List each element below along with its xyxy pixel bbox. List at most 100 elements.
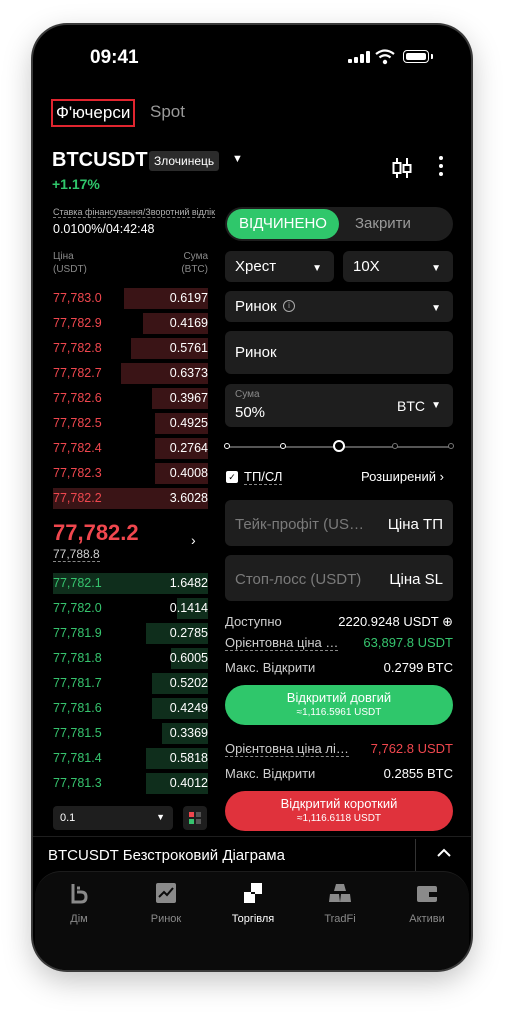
price-field[interactable]: Ринок xyxy=(225,331,453,374)
order-type-select[interactable]: Ринок i ▼ xyxy=(225,291,453,322)
caret-down-icon: ▼ xyxy=(431,303,441,314)
bid-row[interactable]: 77,781.9 0.2785 xyxy=(53,621,208,646)
candlestick-chart-icon[interactable] xyxy=(391,156,413,180)
amount-slider[interactable] xyxy=(224,440,454,452)
row-qty: 0.4249 xyxy=(169,701,208,715)
slider-step-0[interactable] xyxy=(224,443,230,449)
orderbook-price-header: Ціна (USDT) xyxy=(53,251,87,275)
nav-home[interactable]: Дім xyxy=(44,882,114,925)
advanced-link[interactable]: Розширений › xyxy=(361,469,444,484)
close-tab[interactable]: Закрити xyxy=(355,215,411,232)
row-qty: 0.4169 xyxy=(169,316,208,330)
gold-bars-icon xyxy=(329,884,351,902)
tab-futures[interactable]: Ф'ючерси xyxy=(51,99,136,127)
open-long-button[interactable]: Відкритий довгий ≈1,116.5961 USDT xyxy=(225,685,453,725)
nav-assets[interactable]: Активи xyxy=(392,882,462,925)
open-short-button[interactable]: Відкритий короткий ≈1,116.6118 USDT xyxy=(225,791,453,831)
bid-row[interactable]: 77,781.6 0.4249 xyxy=(53,696,208,721)
precision-select[interactable]: 0.1 ▼ xyxy=(53,806,173,830)
row-price: 77,781.4 xyxy=(53,751,102,765)
slider-step-100[interactable] xyxy=(448,443,454,449)
ask-row[interactable]: 77,782.4 0.2764 xyxy=(53,436,208,461)
est-price-row: Орієнтовна ціна … 63,897.8 USDT xyxy=(225,635,453,651)
ask-row[interactable]: 77,782.7 0.6373 xyxy=(53,361,208,386)
amount-unit[interactable]: BTC xyxy=(397,398,425,414)
row-price: 77,781.8 xyxy=(53,651,102,665)
trade-icon xyxy=(244,883,262,903)
row-qty: 1.6482 xyxy=(169,576,208,590)
amount-field[interactable]: Сума 50% BTC ▼ xyxy=(225,384,453,427)
nav-market[interactable]: Ринок xyxy=(131,882,201,925)
pair-symbol[interactable]: BTCUSDT xyxy=(52,149,148,172)
row-qty: 0.6005 xyxy=(169,651,208,665)
home-icon xyxy=(71,884,88,904)
amount-label: Сума xyxy=(235,389,260,400)
bid-row[interactable]: 77,782.0 0.1414 xyxy=(53,596,208,621)
row-qty: 0.5202 xyxy=(169,676,208,690)
orderbook-bids: 77,782.1 1.6482 77,782.0 0.1414 77,781.9 0.27… xyxy=(53,571,208,796)
bid-row[interactable]: 77,781.4 0.5818 xyxy=(53,746,208,771)
stop-loss-field[interactable]: Стоп-лосс (USDT) Ціна SL xyxy=(225,555,453,601)
leverage-select[interactable]: 10X ▼ xyxy=(343,251,453,282)
bid-row[interactable]: 77,782.1 1.6482 xyxy=(53,571,208,596)
chevron-right-icon[interactable]: › xyxy=(191,532,196,548)
funding-rate-label: Ставка фінансування/Зворотний відлік xyxy=(53,207,216,218)
row-qty: 0.2785 xyxy=(169,626,208,640)
chart-panel-title: BTCUSDT Безстроковий Діаграма xyxy=(48,847,285,864)
max-open-short-value: 0.2855 BTC xyxy=(383,766,453,781)
row-qty: 0.6197 xyxy=(169,291,208,305)
nav-trade[interactable]: Торгівля xyxy=(218,882,288,925)
bid-row[interactable]: 77,781.7 0.5202 xyxy=(53,671,208,696)
info-icon[interactable]: i xyxy=(283,300,295,312)
last-price[interactable]: 77,782.2 xyxy=(53,520,139,546)
est-price-value: 63,897.8 USDT xyxy=(363,635,453,650)
open-tab[interactable]: ВІДЧИНЕНО xyxy=(227,209,339,239)
row-price: 77,782.0 xyxy=(53,601,102,615)
row-qty: 0.4012 xyxy=(169,776,208,790)
open-close-toggle: ВІДЧИНЕНО Закрити xyxy=(225,207,453,241)
chevron-up-icon[interactable] xyxy=(437,848,451,858)
bid-row[interactable]: 77,781.3 0.4012 xyxy=(53,771,208,796)
take-profit-field[interactable]: Тейк-профіт (USDT) Ціна ТП xyxy=(225,500,453,546)
take-profit-unit[interactable]: Ціна ТП xyxy=(388,516,443,533)
pair-badge: Злочинець xyxy=(149,151,220,171)
more-options-icon[interactable] xyxy=(438,156,444,178)
slider-step-75[interactable] xyxy=(392,443,398,449)
open-long-label: Відкритий довгий xyxy=(286,690,392,705)
orderbook-layout-icon[interactable] xyxy=(183,806,207,830)
ask-row[interactable]: 77,783.0 0.6197 xyxy=(53,286,208,311)
ask-row[interactable]: 77,782.2 3.6028 xyxy=(53,486,208,511)
nav-assets-label: Активи xyxy=(409,913,445,925)
row-qty: 0.6373 xyxy=(169,366,208,380)
order-type-value: Ринок xyxy=(235,298,277,315)
row-qty: 0.5818 xyxy=(169,751,208,765)
ask-row[interactable]: 77,782.9 0.4169 xyxy=(53,311,208,336)
row-price: 77,781.9 xyxy=(53,626,102,640)
tpsl-checkbox[interactable]: ✓ xyxy=(226,471,238,483)
slider-step-25[interactable] xyxy=(280,443,286,449)
max-open-label-short: Макс. Відкрити xyxy=(225,766,316,781)
add-funds-icon[interactable]: ⊕ xyxy=(442,614,453,629)
ask-row[interactable]: 77,782.3 0.4008 xyxy=(53,461,208,486)
nav-tradfi[interactable]: TradFi xyxy=(305,882,375,925)
bid-row[interactable]: 77,781.5 0.3369 xyxy=(53,721,208,746)
slider-knob[interactable] xyxy=(333,440,345,452)
margin-mode-select[interactable]: Хрест ▼ xyxy=(225,251,334,282)
chart-panel-bar[interactable]: BTCUSDT Безстроковий Діаграма xyxy=(33,836,471,873)
nav-trade-label: Торгівля xyxy=(231,913,275,925)
est-price-label: Орієнтовна ціна … xyxy=(225,635,339,651)
ask-row[interactable]: 77,782.6 0.3967 xyxy=(53,386,208,411)
stop-loss-placeholder: Стоп-лосс (USDT) xyxy=(235,571,362,588)
row-price: 77,781.5 xyxy=(53,726,102,740)
tab-spot[interactable]: Spot xyxy=(150,102,185,122)
battery-icon xyxy=(403,50,429,63)
ask-row[interactable]: 77,782.8 0.5761 xyxy=(53,336,208,361)
divider xyxy=(415,839,416,871)
bid-row[interactable]: 77,781.8 0.6005 xyxy=(53,646,208,671)
ask-row[interactable]: 77,782.5 0.4925 xyxy=(53,411,208,436)
pair-dropdown-icon[interactable]: ▼ xyxy=(232,153,243,165)
available-value: 2220.9248 USDT xyxy=(338,614,439,629)
row-price: 77,782.5 xyxy=(53,416,102,430)
stop-loss-unit[interactable]: Ціна SL xyxy=(389,571,443,588)
row-price: 77,781.7 xyxy=(53,676,102,690)
